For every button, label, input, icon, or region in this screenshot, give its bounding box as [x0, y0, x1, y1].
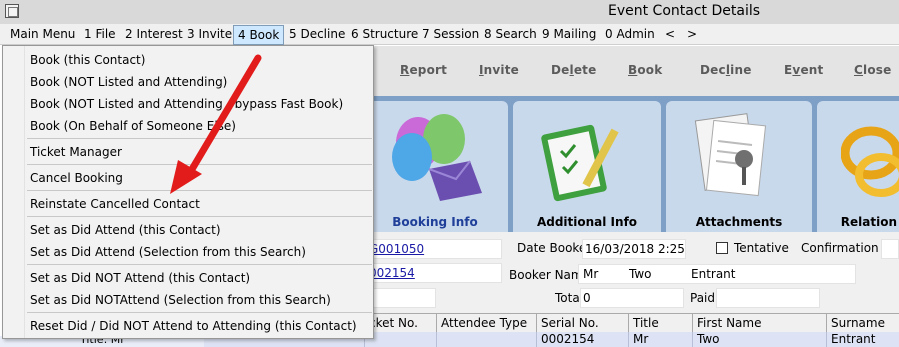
- menu-book[interactable]: 4 Book: [233, 25, 285, 45]
- column-ticket-no[interactable]: cket No.: [364, 314, 436, 333]
- menu-item-did-not-attend-selection[interactable]: Set as Did NOTAttend (Selection from thi…: [30, 290, 331, 310]
- cell-serial-no: 0002154: [536, 332, 628, 347]
- menu-scroll-right[interactable]: >: [683, 26, 701, 44]
- menu-separator: [27, 138, 372, 139]
- menu-item-book-not-listed-bypass[interactable]: Book (NOT Listed and Attending - bypass …: [30, 94, 343, 114]
- column-title[interactable]: Title: [628, 314, 692, 333]
- menu-item-did-not-attend-contact[interactable]: Set as Did NOT Attend (this Contact): [30, 268, 250, 288]
- menu-item-reset-attendance[interactable]: Reset Did / Did NOT Attend to Attending …: [30, 316, 357, 336]
- menu-item-book-this-contact[interactable]: Book (this Contact): [30, 50, 145, 70]
- column-serial-no[interactable]: Serial No.: [536, 314, 628, 333]
- date-booked-field[interactable]: 16/03/2018 2:25:1: [582, 239, 686, 259]
- serial-ref-field[interactable]: 002154: [366, 263, 502, 283]
- menu-item-ticket-manager[interactable]: Ticket Manager: [30, 142, 122, 162]
- blank-field[interactable]: [366, 288, 436, 308]
- menu-file[interactable]: 1 File: [80, 26, 120, 44]
- menu-invite[interactable]: 3 Invite: [183, 26, 236, 44]
- menu-separator: [27, 216, 372, 217]
- menu-icon-gutter: [3, 46, 25, 338]
- cell-surname: Entrant: [826, 332, 899, 347]
- cell-title: Mr: [628, 332, 692, 347]
- app-icon[interactable]: [5, 4, 19, 18]
- menu-separator: [27, 264, 372, 265]
- menu-scroll-left[interactable]: <: [661, 26, 679, 44]
- additional-info-card[interactable]: Additional Info: [513, 101, 661, 232]
- cell-attendee-type: [436, 332, 536, 347]
- total-label: Total: [555, 291, 584, 305]
- relations-label: Relation: [840, 215, 897, 229]
- menu-main-menu[interactable]: Main Menu: [6, 26, 79, 44]
- book-button[interactable]: Book: [628, 63, 662, 77]
- total-field[interactable]: 0: [580, 288, 684, 308]
- confirmation-ref-field[interactable]: [881, 239, 899, 259]
- window-title: Event Contact Details: [608, 3, 761, 19]
- column-surname[interactable]: Surname: [826, 314, 899, 333]
- menu-interest[interactable]: 2 Interest: [121, 26, 187, 44]
- book-menu-dropdown: Book (this Contact) Book (NOT Listed and…: [2, 45, 374, 339]
- menu-search[interactable]: 8 Search: [480, 26, 541, 44]
- event-button[interactable]: Event: [784, 63, 823, 77]
- attachments-label: Attachments: [695, 215, 783, 229]
- column-first-name[interactable]: First Name: [692, 314, 826, 333]
- booker-first-name: Two: [629, 267, 652, 281]
- menu-separator: [27, 164, 372, 165]
- column-attendee-type[interactable]: Attendee Type: [436, 314, 536, 333]
- cell-ticket-no: [364, 332, 436, 347]
- menu-separator: [27, 312, 372, 313]
- menu-session[interactable]: 7 Session: [418, 26, 483, 44]
- balloons-icon: [392, 114, 482, 201]
- menu-structure[interactable]: 6 Structure: [347, 26, 422, 44]
- booking-info-card[interactable]: Booking Info: [362, 101, 508, 232]
- title-bar: Event Contact Details: [0, 0, 899, 24]
- invite-button[interactable]: Invite: [479, 63, 519, 77]
- paid-field[interactable]: [716, 288, 820, 308]
- toolbar: Report Invite Delete Book Decline Event …: [374, 46, 899, 96]
- menu-item-cancel-booking[interactable]: Cancel Booking: [30, 168, 123, 188]
- menu-item-book-on-behalf[interactable]: Book (On Behalf of Someone Else): [30, 116, 236, 136]
- booking-ref-field[interactable]: G001050: [366, 239, 502, 259]
- decline-button[interactable]: Decline: [700, 63, 752, 77]
- attachments-card[interactable]: Attachments: [666, 101, 812, 232]
- menu-item-reinstate-cancelled[interactable]: Reinstate Cancelled Contact: [30, 194, 200, 214]
- report-button[interactable]: Report: [400, 63, 447, 77]
- rings-icon: [841, 126, 899, 197]
- delete-button[interactable]: Delete: [551, 63, 596, 77]
- relations-card[interactable]: Relation: [817, 101, 899, 232]
- menu-item-did-attend-selection[interactable]: Set as Did Attend (Selection from this S…: [30, 242, 306, 262]
- tentative-checkbox[interactable]: [716, 242, 728, 254]
- booker-surname: Entrant: [691, 267, 736, 281]
- booker-title: Mr: [583, 267, 599, 281]
- additional-info-label: Additional Info: [536, 215, 638, 229]
- close-button[interactable]: Close: [854, 63, 891, 77]
- menu-admin[interactable]: 0 Admin: [601, 26, 659, 44]
- paid-label: Paid: [690, 291, 716, 305]
- menu-item-did-attend-contact[interactable]: Set as Did Attend (this Contact): [30, 220, 221, 240]
- booking-info-label: Booking Info: [392, 215, 478, 229]
- clipboard-icon: [541, 124, 619, 202]
- tentative-label: Tentative: [734, 241, 789, 255]
- menu-item-book-not-listed[interactable]: Book (NOT Listed and Attending): [30, 72, 227, 92]
- menu-mailing[interactable]: 9 Mailing: [538, 26, 600, 44]
- menu-separator: [27, 190, 372, 191]
- cell-first-name: Two: [692, 332, 826, 347]
- menu-bar: Main Menu 1 File 2 Interest 3 Invite 4 B…: [0, 24, 899, 45]
- menu-decline[interactable]: 5 Decline: [285, 26, 349, 44]
- booker-name-field[interactable]: Mr Two Entrant: [578, 264, 856, 284]
- attachment-icon: [694, 113, 767, 197]
